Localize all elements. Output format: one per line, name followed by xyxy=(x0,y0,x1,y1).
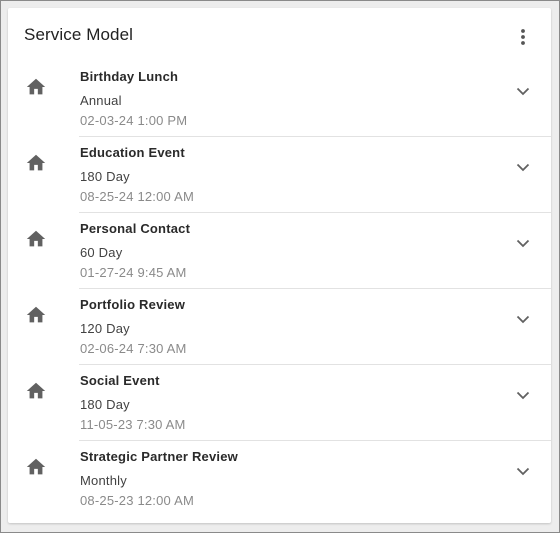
item-datetime: 08-25-24 12:00 AM xyxy=(80,189,194,204)
chevron-down-icon[interactable] xyxy=(515,159,531,175)
list-item[interactable]: Birthday Lunch Annual 02-03-24 1:00 PM xyxy=(8,61,551,137)
item-datetime: 08-25-23 12:00 AM xyxy=(80,493,194,508)
item-frequency: 120 Day xyxy=(80,321,130,336)
service-model-card: Service Model Birthday Lunch Annual 02-0… xyxy=(8,8,551,523)
card-title: Service Model xyxy=(24,25,134,44)
list-item[interactable]: Personal Contact 60 Day 01-27-24 9:45 AM xyxy=(8,213,551,289)
item-title: Personal Contact xyxy=(80,221,191,236)
item-frequency: Monthly xyxy=(80,473,127,488)
list-item[interactable]: Strategic Partner Review Monthly 08-25-2… xyxy=(8,441,551,517)
item-datetime: 02-03-24 1:00 PM xyxy=(80,113,188,128)
item-frequency: 180 Day xyxy=(80,169,130,184)
chevron-down-icon[interactable] xyxy=(515,311,531,327)
chevron-down-icon[interactable] xyxy=(515,235,531,251)
item-frequency: 60 Day xyxy=(80,245,123,260)
home-icon xyxy=(26,458,46,475)
home-icon xyxy=(26,306,46,323)
home-icon xyxy=(26,382,46,399)
service-list: Birthday Lunch Annual 02-03-24 1:00 PM E… xyxy=(8,61,551,517)
list-item[interactable]: Education Event 180 Day 08-25-24 12:00 A… xyxy=(8,137,551,213)
item-frequency: 180 Day xyxy=(80,397,130,412)
item-frequency: Annual xyxy=(80,93,122,108)
home-icon xyxy=(26,78,46,95)
list-item[interactable]: Social Event 180 Day 11-05-23 7:30 AM xyxy=(8,365,551,441)
chevron-down-icon[interactable] xyxy=(515,463,531,479)
more-vert-icon[interactable] xyxy=(513,27,533,47)
item-title: Birthday Lunch xyxy=(80,69,179,84)
item-title: Strategic Partner Review xyxy=(80,449,238,464)
chevron-down-icon[interactable] xyxy=(515,387,531,403)
item-title: Portfolio Review xyxy=(80,297,186,312)
item-title: Social Event xyxy=(80,373,160,388)
chevron-down-icon[interactable] xyxy=(515,83,531,99)
home-icon xyxy=(26,154,46,171)
home-icon xyxy=(26,230,46,247)
list-item[interactable]: Portfolio Review 120 Day 02-06-24 7:30 A… xyxy=(8,289,551,365)
window-frame: Service Model Birthday Lunch Annual 02-0… xyxy=(0,0,560,533)
item-datetime: 02-06-24 7:30 AM xyxy=(80,341,187,356)
item-title: Education Event xyxy=(80,145,185,160)
item-datetime: 11-05-23 7:30 AM xyxy=(80,417,186,432)
item-datetime: 01-27-24 9:45 AM xyxy=(80,265,187,280)
